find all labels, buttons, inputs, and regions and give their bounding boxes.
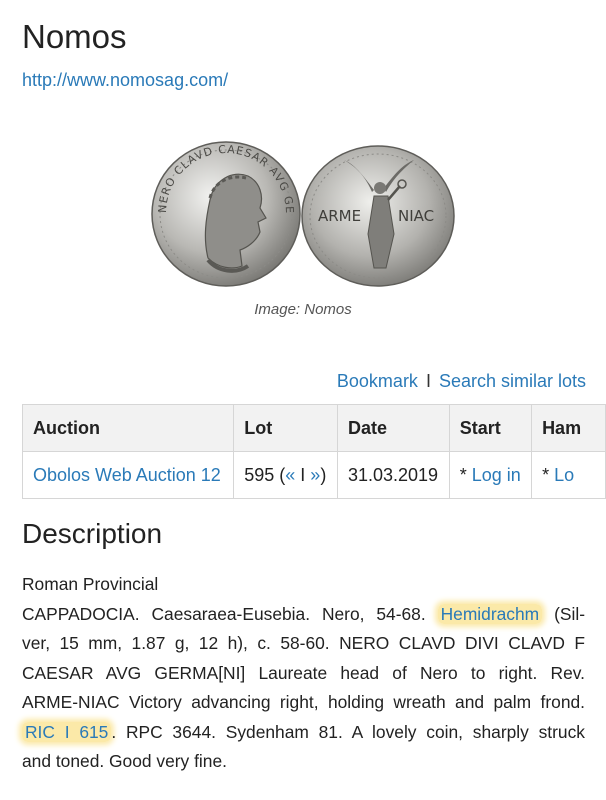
table-row: Obolos Web Auction 12 595 (« I ») 31.03.… (22, 451, 606, 499)
coin-reverse: ARME NIAC (301, 145, 455, 287)
description-line: ARME-NIAC Victory advancing right, holdi… (22, 692, 585, 712)
description-text: CAPPADOCIA. Caesaraea-Eusebia. Nero, 54-… (22, 603, 438, 624)
description-line: CAPPADOCIA. Caesaraea-Eusebia. Nero, 54-… (22, 600, 585, 630)
cell-hammer: * Lo (531, 451, 606, 499)
image-caption: Image: Nomos (254, 301, 352, 318)
auction-table: Auction Lot Date Start Ham Obolos Web Au… (22, 404, 606, 499)
cell-date: 31.03.2019 (336, 451, 450, 499)
denomination-highlight[interactable]: Hemidrachm (437, 603, 543, 624)
description-heading: Description (22, 518, 163, 549)
description-body: Roman Provincial CAPPADOCIA. Caesaraea-E… (22, 570, 585, 777)
previous-lot-link[interactable]: « (285, 465, 295, 485)
start-prefix: * (459, 464, 472, 485)
auction-table-container[interactable]: Auction Lot Date Start Ham Obolos Web Au… (22, 404, 606, 499)
description-line: CAESAR AVG GERMA[NI] Laureate head of Ne… (22, 662, 585, 683)
hammer-prefix: * (542, 464, 555, 485)
page-title: Nomos (22, 18, 127, 55)
description-line: RIC I 615. RPC 3644. Sydenham 81. A love… (22, 718, 585, 748)
table-header-row: Auction Lot Date Start Ham (22, 404, 606, 452)
col-header-lot: Lot (233, 404, 338, 452)
auction-link[interactable]: Obolos Web Auction 12 (33, 465, 221, 485)
lot-nav-separator: I (295, 464, 311, 485)
col-header-hammer: Ham (531, 404, 606, 452)
cell-lot: 595 (« I ») (233, 451, 338, 499)
bookmark-link[interactable]: Bookmark (337, 371, 418, 391)
svg-text:ARME: ARME (318, 207, 361, 225)
description-line: ver, 15 mm, 1.87 g, 12 h), c. 58-60. NER… (22, 633, 585, 653)
website-link[interactable]: http://www.nomosag.com/ (22, 70, 228, 91)
search-similar-link[interactable]: Search similar lots (439, 371, 586, 391)
col-header-date: Date (336, 404, 450, 452)
description-category: Roman Provincial (22, 574, 159, 594)
next-lot-link[interactable]: » (310, 465, 320, 485)
lot-close-paren: ) (320, 464, 327, 485)
hammer-login-link[interactable]: Lo (554, 465, 574, 485)
actions-separator: I (425, 371, 431, 391)
reference-highlight[interactable]: RIC I 615 (22, 721, 112, 742)
col-header-auction: Auction (22, 404, 235, 452)
col-header-start: Start (448, 404, 533, 452)
coin-obverse: NERO CLAVD CAESAR AVG GERMAN (148, 138, 301, 287)
start-login-link[interactable]: Log in (472, 465, 521, 485)
cell-auction: Obolos Web Auction 12 (22, 451, 235, 499)
description-text: . RPC 3644. Sydenham 81. A lovely coin, … (111, 721, 585, 742)
description-text: (Sil- (542, 603, 585, 624)
lot-number: 595 ( (244, 464, 286, 485)
coin-image[interactable]: NERO CLAVD CAESAR AVG GERMAN ARME NIAC (148, 138, 460, 288)
description-line: and toned. Good very fine. (22, 751, 227, 771)
cell-start: * Log in (448, 451, 533, 499)
lot-actions: Bookmark I Search similar lots (337, 371, 586, 392)
svg-text:NIAC: NIAC (398, 207, 434, 225)
